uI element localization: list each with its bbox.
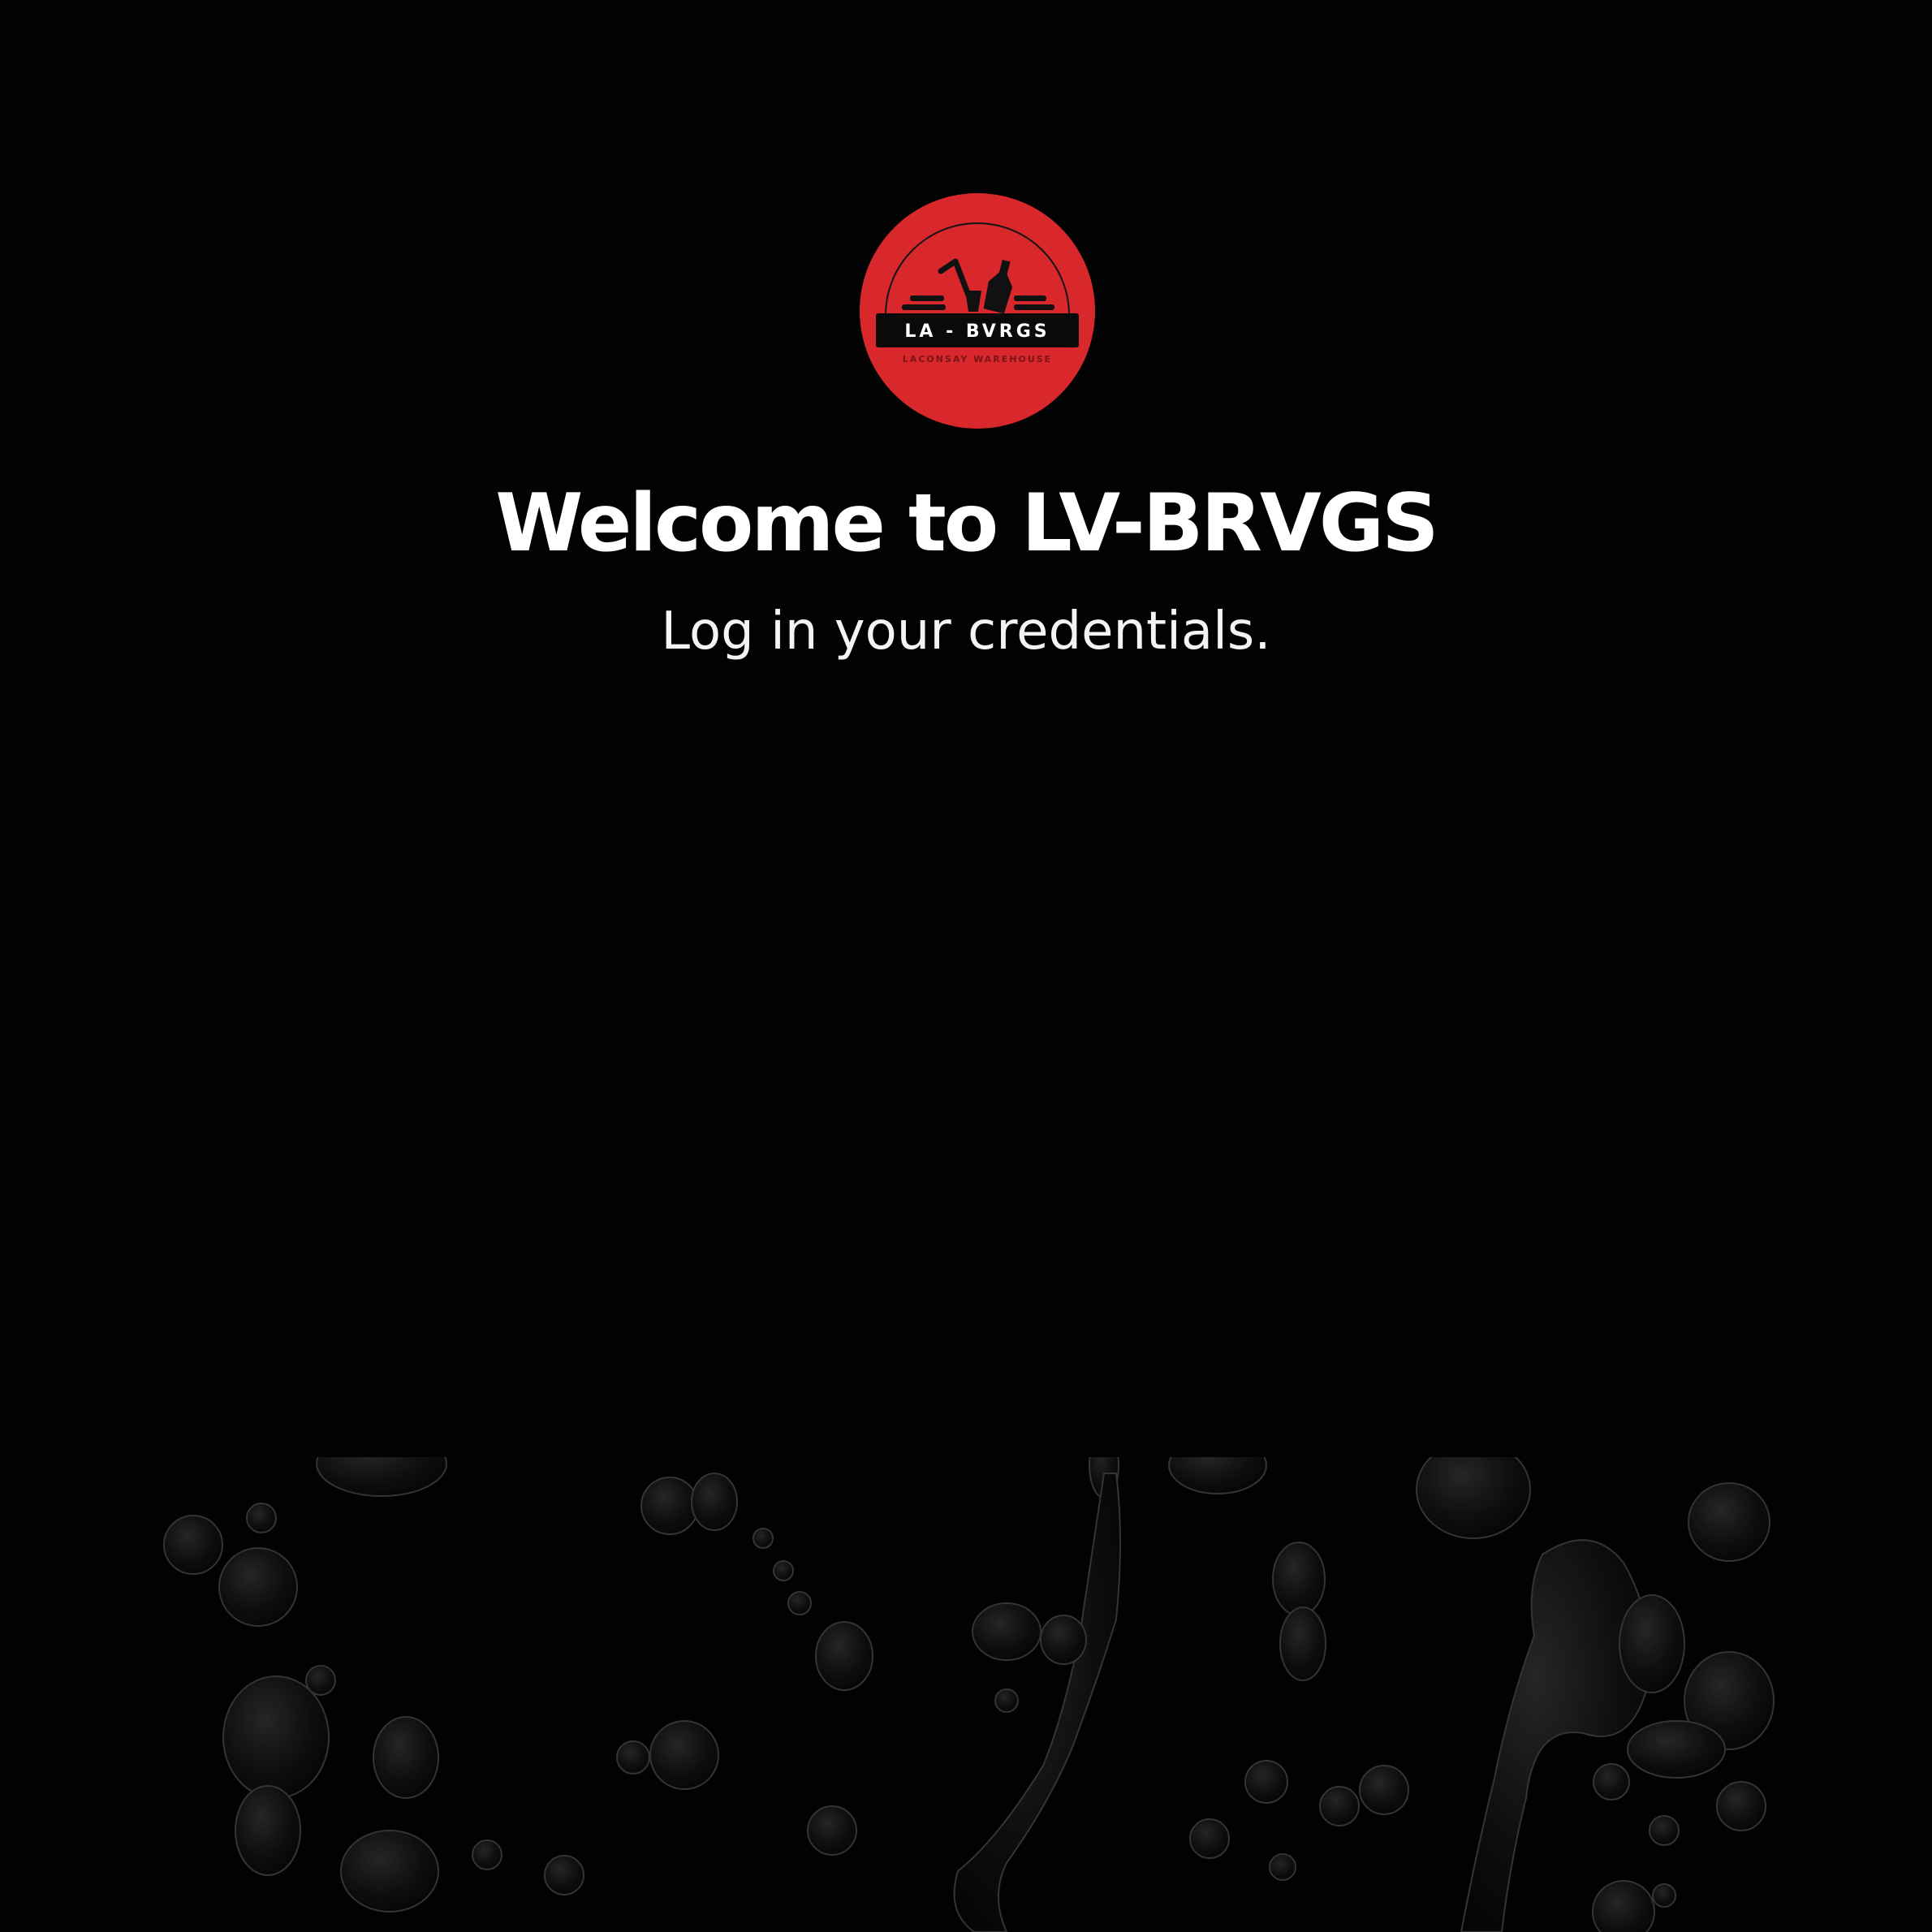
logo-brand-text: LA - BVRGS [904,321,1050,342]
page-subtitle: Log in your credentials. [661,602,1271,662]
page-title: Welcome to LV-BRVGS [495,477,1438,570]
login-page: LA - BVRGS LACONSAY WAREHOUSE Welcome to… [0,0,1932,1932]
liquid-splash-decoration [0,1457,1932,1932]
logo-tagline: LACONSAY WAREHOUSE [903,354,1052,364]
liquid-splash-graphic [163,1457,1775,1932]
brand-logo-graphic: LA - BVRGS LACONSAY WAREHOUSE [860,193,1095,429]
brand-logo: LA - BVRGS LACONSAY WAREHOUSE [860,193,1095,429]
